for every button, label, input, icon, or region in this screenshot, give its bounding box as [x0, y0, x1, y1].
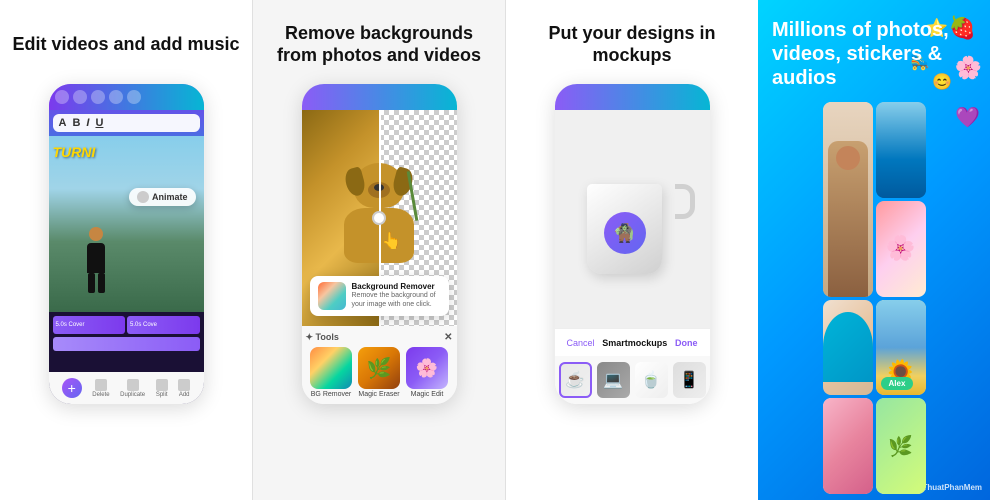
grid-sunflower: 🌻 Alex: [876, 300, 926, 396]
tool-italic[interactable]: I: [86, 117, 89, 129]
timeline-row-1: 5.0s Cover 5.0s Cove: [53, 316, 200, 334]
add-icon: [178, 379, 190, 391]
bg-remover-label: BG Remover: [311, 391, 351, 398]
text-tools-bar: A B I U: [53, 114, 200, 132]
delete-icon: [95, 379, 107, 391]
audio-track[interactable]: [53, 337, 200, 351]
duplicate-icon: [127, 379, 139, 391]
mockups-title: Smartmockups: [602, 338, 667, 348]
panel2-title: Remove backgrounds from photos and video…: [263, 18, 495, 70]
animate-button[interactable]: Animate: [129, 188, 196, 206]
tool-bg-remover[interactable]: BG Remover: [310, 347, 352, 398]
tool-bold-a[interactable]: A: [59, 117, 67, 129]
grid-teal: 🌿: [876, 398, 926, 494]
add-action[interactable]: Add: [178, 379, 190, 398]
skater-leg-right: [98, 273, 105, 293]
bg-remover-text-block: Background Remover Remove the background…: [352, 282, 441, 309]
photo-grid: 🌸 🌻 Alex 🌿: [817, 102, 932, 500]
panel-mockups: Put your designs in mockups 🧌 Cancel Sma…: [506, 0, 758, 500]
bg-remover-thumb: [310, 347, 352, 389]
mug-body: 🧌: [587, 184, 662, 274]
tool-underline[interactable]: U: [95, 117, 103, 129]
heart-decoration: 💜: [955, 105, 980, 130]
toolbar-share: [127, 90, 141, 104]
phone1-toolbar: [49, 84, 204, 110]
toolbar-back: [73, 90, 87, 104]
mockup-area: 🧌: [555, 110, 710, 328]
grid-pink-texture: [823, 398, 873, 494]
phone3-header: [555, 84, 710, 110]
panel-millions: Millions of photos, videos, stickers & a…: [758, 0, 990, 500]
duplicate-action[interactable]: Duplicate: [120, 379, 145, 398]
grid-ocean: [876, 102, 926, 198]
timeline-clip-2[interactable]: 5.0s Cove: [127, 316, 200, 334]
panel4-title: Millions of photos, videos, stickers & a…: [772, 18, 976, 90]
alex-name-badge: Alex: [881, 377, 914, 390]
thumb-mug-2[interactable]: 🍵: [635, 362, 668, 398]
skater-head: [89, 227, 103, 241]
tools-close[interactable]: ✕: [444, 332, 452, 343]
mockup-thumbnails: ☕ 💻 🍵 📱: [555, 356, 710, 404]
video-background: [49, 136, 204, 312]
mug-sticker: 🧌: [604, 212, 646, 254]
timeline-row-2: [53, 337, 200, 351]
dog-photo-area: Background Remover Remove the background…: [302, 110, 457, 326]
panel3-title: Put your designs in mockups: [516, 18, 748, 70]
dog-ear-left: [343, 166, 368, 198]
grid-arch: [823, 300, 873, 396]
action-bar: Cancel Smartmockups Done: [555, 328, 710, 356]
phone-mockup-3: 🧌 Cancel Smartmockups Done ☕ 💻 🍵 📱: [555, 84, 710, 404]
magic-eraser-thumb: 🌿: [358, 347, 400, 389]
split-handle[interactable]: [372, 211, 386, 225]
magic-edit-thumb: 🌸: [406, 347, 448, 389]
timeline-area: 5.0s Cover 5.0s Cove: [49, 312, 204, 372]
bottom-action-bar: + Delete Duplicate Split Add: [49, 372, 204, 404]
panel-remove-bg: Remove backgrounds from photos and video…: [252, 0, 506, 500]
delete-action[interactable]: Delete: [92, 379, 109, 398]
add-circle-button[interactable]: +: [62, 378, 82, 398]
cursor-icon: 👆: [382, 231, 402, 251]
video-preview-area: TURNI Animate: [49, 136, 204, 312]
mug-handle: [675, 184, 695, 219]
tools-panel: ✦ Tools ✕ BG Remover 🌿 Magic Eraser 🌸 Ma…: [302, 326, 457, 404]
tools-header: ✦ Tools ✕: [306, 332, 453, 343]
thumb-mug-1[interactable]: ☕: [559, 362, 592, 398]
toolbar-more: [91, 90, 105, 104]
phone2-header: [302, 84, 457, 110]
cancel-button[interactable]: Cancel: [567, 338, 595, 348]
magic-eraser-label: Magic Eraser: [358, 391, 399, 398]
thumb-extra[interactable]: 📱: [673, 362, 706, 398]
timeline-clip-1[interactable]: 5.0s Cover: [53, 316, 126, 334]
split-action[interactable]: Split: [156, 379, 168, 398]
done-button[interactable]: Done: [675, 338, 698, 348]
tool-magic-eraser[interactable]: 🌿 Magic Eraser: [358, 347, 400, 398]
thumb-laptop[interactable]: 💻: [597, 362, 630, 398]
turni-overlay-text: TURNI: [53, 144, 96, 160]
bg-remover-description: Remove the background of your image with…: [352, 291, 441, 309]
magic-edit-label: Magic Edit: [411, 391, 444, 398]
mug-mockup: 🧌: [587, 164, 677, 274]
skater-body: [87, 243, 105, 273]
skater-figure: [79, 227, 114, 292]
panel1-title: Edit videos and add music: [12, 18, 239, 70]
panel4-title-area: Millions of photos, videos, stickers & a…: [758, 0, 990, 102]
phone-mockup-1: A B I U TURNI Animate: [49, 84, 204, 404]
skater-legs: [79, 273, 114, 293]
tool-magic-edit[interactable]: 🌸 Magic Edit: [406, 347, 448, 398]
split-icon: [156, 379, 168, 391]
animate-icon: [137, 191, 149, 203]
phone-mockup-2: Background Remover Remove the background…: [302, 84, 457, 404]
tools-list: BG Remover 🌿 Magic Eraser 🌸 Magic Edit: [306, 347, 453, 398]
toolbar-layers: [109, 90, 123, 104]
skater-leg-left: [88, 273, 95, 293]
bg-remover-heading: Background Remover: [352, 282, 441, 291]
tool-bold-b[interactable]: B: [72, 117, 80, 129]
grid-flowers: 🌸: [876, 201, 926, 297]
bg-remover-logo: [318, 282, 346, 310]
panel-edit-videos: Edit videos and add music A B I U TURNI: [0, 0, 252, 500]
bg-remover-tooltip: Background Remover Remove the background…: [310, 276, 449, 316]
toolbar-home: [55, 90, 69, 104]
grid-person: [823, 102, 873, 297]
